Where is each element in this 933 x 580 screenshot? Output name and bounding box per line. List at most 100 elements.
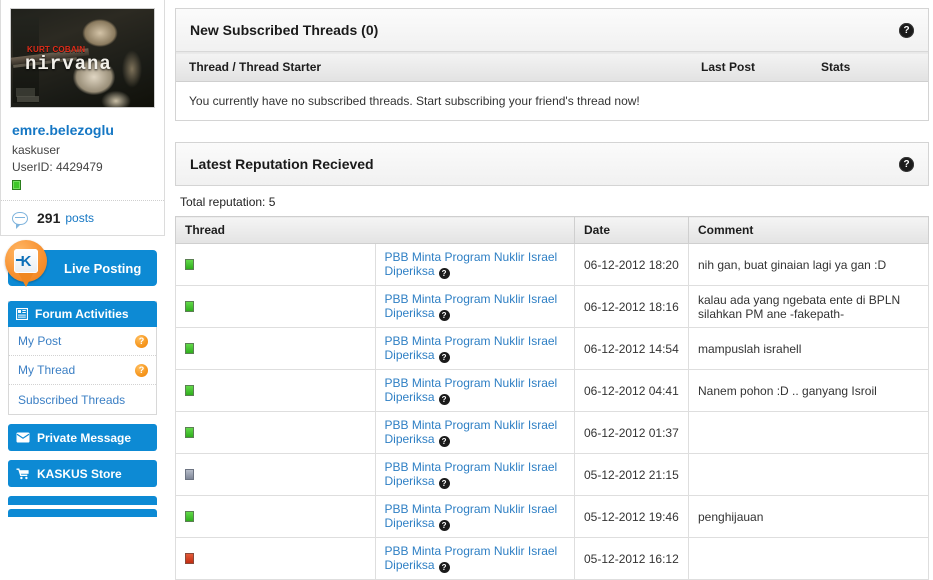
thread-cell: PBB Minta Program Nuklir Israel Diperiks… (374, 495, 575, 538)
help-icon[interactable]: ? (438, 562, 450, 573)
table-row: PBB Minta Program Nuklir Israel Diperiks… (175, 369, 929, 412)
empty-message: You currently have no subscribed threads… (189, 94, 640, 108)
sidebar: KURT COBAIN nirvana emre.belezoglu kasku… (0, 0, 167, 517)
avatar-corner-tag (17, 96, 39, 102)
table-row: PBB Minta Program Nuklir Israel Diperiks… (175, 327, 929, 370)
help-badge-icon[interactable]: ? (135, 363, 148, 377)
kaskus-logo-letter: K (15, 252, 32, 270)
help-icon[interactable]: ? (438, 436, 450, 447)
posts-count: 291 (37, 210, 61, 226)
help-icon[interactable]: ? (438, 394, 450, 405)
comment-cell (688, 537, 929, 580)
reputation-table: Thread Date Comment PBB Minta Program Nu… (175, 216, 929, 580)
reputation-panel-header: Latest Reputation Recieved ? (176, 143, 928, 185)
date-cell: 06-12-2012 18:20 (574, 243, 689, 286)
thread-link[interactable]: PBB Minta Program Nuklir Israel Diperiks… (385, 460, 558, 488)
cart-icon (16, 468, 30, 480)
username-link[interactable]: emre.belezoglu (12, 122, 156, 138)
reputation-indicator-green-icon (185, 385, 194, 396)
table-row: PBB Minta Program Nuklir Israel Diperiks… (175, 285, 929, 328)
reputation-indicator-green-icon (185, 259, 194, 270)
sidebar-item-my-post[interactable]: My Post ? (9, 327, 156, 356)
reputation-indicator-cell (175, 537, 376, 580)
sidebar-item-my-thread[interactable]: My Thread ? (9, 356, 156, 385)
sidebar-item-private-message[interactable]: Private Message (8, 424, 157, 451)
date-cell: 05-12-2012 21:15 (574, 453, 689, 496)
sidebar-item-kaskus-store[interactable]: KASKUS Store (8, 460, 157, 487)
thread-link[interactable]: PBB Minta Program Nuklir Israel Diperiks… (385, 376, 558, 404)
help-icon[interactable]: ? (438, 352, 450, 363)
table-header-row: Thread Date Comment (175, 216, 929, 244)
window-icon (16, 308, 28, 320)
help-icon[interactable]: ? (899, 156, 914, 172)
page-root: KURT COBAIN nirvana emre.belezoglu kasku… (0, 0, 933, 580)
sidebar-item-partial-1[interactable] (8, 496, 157, 505)
reputation-indicator-cell (175, 495, 376, 538)
reputation-panel-header-box: Latest Reputation Recieved ? (175, 142, 929, 186)
thread-cell: PBB Minta Program Nuklir Israel Diperiks… (374, 243, 575, 286)
profile-card: KURT COBAIN nirvana emre.belezoglu kasku… (0, 0, 165, 236)
table-row: PBB Minta Program Nuklir Israel Diperiks… (175, 495, 929, 538)
reputation-indicator-cell (175, 327, 376, 370)
forum-activities-label: Forum Activities (35, 307, 129, 321)
date-cell: 06-12-2012 14:54 (574, 327, 689, 370)
sidebar-item-partial-2[interactable] (8, 509, 157, 517)
online-status-indicator (12, 180, 21, 190)
thread-link[interactable]: PBB Minta Program Nuklir Israel Diperiks… (385, 334, 558, 362)
live-posting-wrapper: Live Posting K (5, 240, 167, 287)
table-row: PBB Minta Program Nuklir Israel Diperiks… (175, 243, 929, 286)
forum-activities-block: Forum Activities My Post ? My Thread ? S… (8, 301, 157, 415)
date-cell: 06-12-2012 18:16 (574, 285, 689, 328)
reputation-indicator-cell (175, 285, 376, 328)
thread-cell: PBB Minta Program Nuklir Israel Diperiks… (374, 411, 575, 454)
sidebar-item-label: Subscribed Threads (18, 392, 126, 407)
comment-cell: mampuslah israhell (688, 327, 929, 370)
help-icon[interactable]: ? (438, 310, 450, 321)
help-icon[interactable]: ? (438, 268, 450, 279)
thread-link[interactable]: PBB Minta Program Nuklir Israel Diperiks… (385, 502, 558, 530)
subscribed-threads-table: Thread / Thread Starter Last Post Stats … (176, 52, 928, 120)
table-row: PBB Minta Program Nuklir Israel Diperiks… (175, 411, 929, 454)
comment-cell: Nanem pohon :D .. ganyang Isroil (688, 369, 929, 412)
user-id: UserID: 4429479 (12, 160, 103, 174)
thread-link[interactable]: PBB Minta Program Nuklir Israel Diperiks… (385, 292, 558, 320)
help-icon[interactable]: ? (899, 22, 914, 38)
help-badge-icon[interactable]: ? (135, 334, 148, 348)
thread-link[interactable]: PBB Minta Program Nuklir Israel Diperiks… (385, 250, 558, 278)
column-header-stats: Stats (808, 52, 928, 82)
live-posting-label: Live Posting (64, 260, 142, 276)
column-header-thread: Thread (175, 216, 575, 244)
thread-cell: PBB Minta Program Nuklir Israel Diperiks… (374, 453, 575, 496)
table-row: PBB Minta Program Nuklir Israel Diperiks… (175, 453, 929, 496)
reputation-indicator-green-icon (185, 301, 194, 312)
thread-cell: PBB Minta Program Nuklir Israel Diperiks… (374, 369, 575, 412)
thread-link[interactable]: PBB Minta Program Nuklir Israel Diperiks… (385, 544, 558, 572)
map-pin-badge-icon: K (5, 240, 47, 287)
sidebar-item-label: Private Message (37, 430, 132, 445)
column-header-last-post: Last Post (688, 52, 808, 82)
reputation-indicator-green-icon (185, 511, 194, 522)
forum-activities-header[interactable]: Forum Activities (8, 301, 157, 327)
reputation-indicator-cell (175, 411, 376, 454)
avatar: KURT COBAIN nirvana (10, 8, 155, 108)
date-cell: 05-12-2012 16:12 (574, 537, 689, 580)
help-icon[interactable]: ? (438, 478, 450, 489)
sidebar-item-subscribed-threads[interactable]: Subscribed Threads (9, 385, 156, 414)
sidebar-item-label: My Thread (18, 363, 76, 377)
subscribed-threads-panel: New Subscribed Threads (0) ? Thread / Th… (175, 8, 929, 121)
thread-link[interactable]: PBB Minta Program Nuklir Israel Diperiks… (385, 418, 558, 446)
panel-title: New Subscribed Threads (0) (190, 22, 379, 38)
comment-cell (688, 411, 929, 454)
total-reputation: Total reputation: 5 (180, 195, 276, 209)
table-header-row: Thread / Thread Starter Last Post Stats (176, 52, 928, 82)
date-cell: 06-12-2012 01:37 (574, 411, 689, 454)
subscribed-threads-header: New Subscribed Threads (0) ? (176, 9, 928, 52)
column-header-thread: Thread / Thread Starter (176, 52, 688, 82)
posts-label[interactable]: posts (65, 211, 94, 225)
main-content: New Subscribed Threads (0) ? Thread / Th… (167, 0, 933, 580)
reputation-indicator-cell (175, 243, 376, 286)
posts-row[interactable]: 291 posts (9, 201, 156, 235)
reputation-indicator-cell (175, 369, 376, 412)
help-icon[interactable]: ? (438, 520, 450, 531)
comment-cell: nih gan, buat ginaian lagi ya gan :D (688, 243, 929, 286)
